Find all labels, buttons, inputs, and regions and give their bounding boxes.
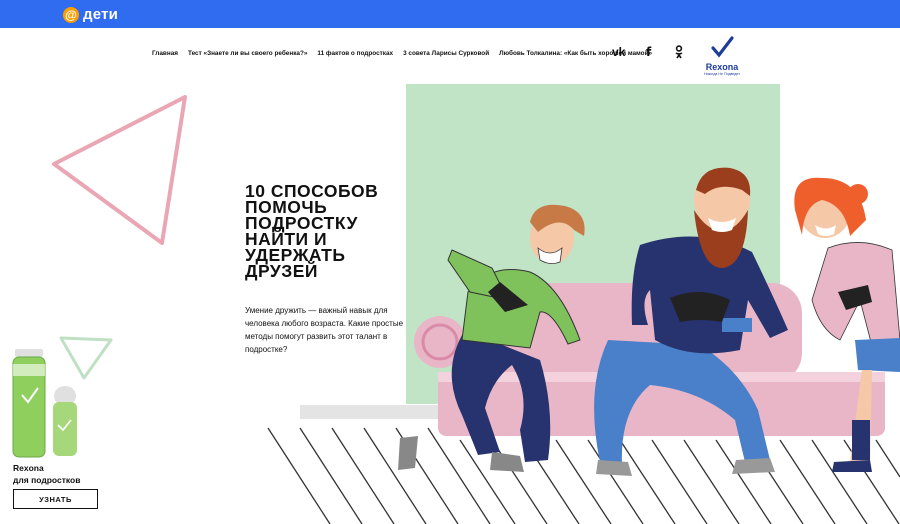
green-triangle-decoration [59, 336, 113, 380]
hero-illustration [12, 84, 900, 524]
ad-brand: Rexona [13, 463, 44, 473]
ad-subtitle: для подростков [13, 475, 81, 485]
learn-more-button[interactable]: УЗНАТЬ [13, 489, 98, 509]
floor-step [300, 405, 438, 419]
hero-headline: 10 СПОСОБОВ ПОМОЧЬ ПОДРОСТКУ НАЙТИ И УДЕ… [245, 182, 445, 281]
rexona-products-image [12, 349, 77, 458]
ad-title: Rexona для подростков [13, 462, 80, 486]
pink-triangle-decoration [52, 95, 187, 245]
floor-stripes [267, 427, 900, 524]
hero-lead: Умение дружить — важный навык для челове… [245, 306, 404, 354]
headline-line: ДРУЗЕЙ [245, 261, 319, 281]
